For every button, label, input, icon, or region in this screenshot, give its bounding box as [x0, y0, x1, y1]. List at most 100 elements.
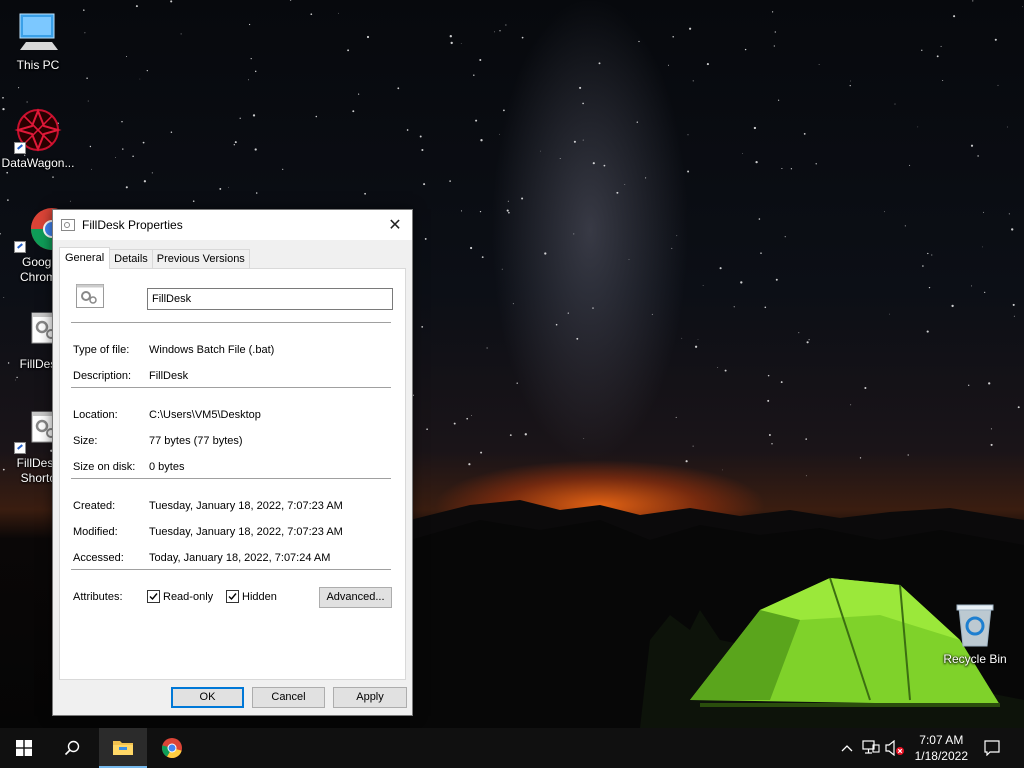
- star: [864, 386, 867, 390]
- hidden-checkbox[interactable]: Hidden: [226, 590, 277, 603]
- star: [347, 49, 350, 52]
- apply-button[interactable]: Apply: [333, 687, 407, 708]
- star: [598, 62, 601, 65]
- close-button[interactable]: ✕: [378, 210, 412, 240]
- star: [724, 369, 727, 372]
- file-explorer-icon: [113, 741, 133, 755]
- star: [850, 80, 851, 82]
- star: [927, 252, 929, 255]
- star: [480, 451, 483, 454]
- star: [567, 312, 569, 314]
- search-button[interactable]: [48, 728, 96, 768]
- star: [419, 135, 422, 138]
- star: [768, 434, 771, 436]
- readonly-checkbox[interactable]: Read-only: [147, 590, 213, 603]
- star: [583, 438, 585, 439]
- star: [767, 399, 770, 402]
- desktop-icon-label: DataWagon...: [1, 156, 75, 170]
- star: [2, 96, 4, 99]
- star: [289, 0, 292, 1]
- star: [808, 339, 810, 341]
- windows-start-icon: [16, 740, 32, 756]
- star: [774, 31, 776, 33]
- star: [636, 121, 638, 123]
- star: [982, 246, 983, 248]
- taskbar-file-explorer[interactable]: [99, 728, 147, 768]
- star: [16, 376, 18, 379]
- taskbar-chrome[interactable]: [148, 728, 196, 768]
- taskbar-clock[interactable]: 7:07 AM 1/18/2022: [915, 732, 968, 764]
- tab-previous-versions[interactable]: Previous Versions: [151, 249, 250, 269]
- star: [803, 133, 806, 135]
- star: [15, 379, 16, 381]
- show-hidden-icons-button[interactable]: [839, 740, 855, 756]
- star: [904, 225, 906, 227]
- star: [1013, 315, 1015, 317]
- desktop-icon-label: FillDes: [19, 357, 57, 371]
- recycle-bin-icon: [951, 602, 999, 650]
- star: [555, 323, 558, 326]
- size-on-disk-value: 0 bytes: [149, 461, 185, 473]
- readonly-label: Read-only: [163, 590, 214, 603]
- star: [582, 102, 584, 105]
- star: [89, 145, 92, 148]
- star: [135, 5, 138, 8]
- star: [125, 186, 128, 189]
- star: [983, 211, 985, 213]
- star: [479, 58, 482, 62]
- star: [87, 100, 89, 102]
- star: [254, 148, 257, 151]
- star: [503, 109, 505, 112]
- star: [753, 126, 757, 130]
- desktop-icon-datawagon[interactable]: DataWagon...: [0, 106, 76, 171]
- desktop-icon-recycle-bin[interactable]: Recycle Bin: [937, 602, 1013, 667]
- file-name-input[interactable]: [147, 288, 393, 310]
- action-center-button[interactable]: [983, 740, 1001, 756]
- star: [423, 183, 426, 186]
- start-button[interactable]: [0, 728, 48, 768]
- network-button[interactable]: [862, 740, 880, 756]
- desktop-icon-this-pc[interactable]: This PC: [0, 8, 76, 73]
- checkbox-box[interactable]: [226, 590, 239, 603]
- star: [540, 150, 541, 152]
- star: [722, 469, 723, 471]
- batch-file-icon: [76, 284, 104, 308]
- cancel-button[interactable]: Cancel: [252, 687, 325, 708]
- star: [638, 40, 640, 43]
- star: [717, 367, 719, 368]
- star: [481, 256, 484, 259]
- desktop-icon-label: This PC: [16, 58, 60, 72]
- star: [83, 9, 85, 11]
- chrome-icon: [161, 738, 182, 759]
- star: [468, 463, 471, 466]
- separator: [71, 322, 391, 323]
- star: [521, 197, 524, 200]
- star: [771, 11, 774, 13]
- tab-details[interactable]: Details: [109, 249, 153, 269]
- star: [917, 126, 919, 128]
- desktop-icon-label: Recycle Bin: [943, 652, 1007, 666]
- star: [775, 278, 778, 281]
- star: [692, 445, 694, 447]
- star: [486, 347, 488, 349]
- star: [494, 31, 495, 33]
- star: [1011, 228, 1014, 231]
- ok-button[interactable]: OK: [171, 687, 244, 708]
- star: [170, 131, 173, 134]
- star: [252, 114, 256, 117]
- star: [142, 141, 145, 144]
- advanced-button[interactable]: Advanced...: [319, 587, 392, 608]
- star: [884, 211, 885, 213]
- network-icon: [862, 740, 880, 754]
- modified-label: Modified:: [73, 526, 118, 538]
- star: [358, 93, 360, 95]
- tab-general[interactable]: General: [59, 247, 111, 269]
- checkbox-box[interactable]: [147, 590, 160, 603]
- dialog-titlebar[interactable]: FillDesk Properties ✕: [53, 210, 412, 240]
- star: [744, 48, 747, 51]
- volume-button[interactable]: [885, 740, 905, 756]
- star: [151, 172, 153, 174]
- star: [544, 252, 547, 255]
- star: [84, 32, 86, 34]
- star: [338, 12, 339, 14]
